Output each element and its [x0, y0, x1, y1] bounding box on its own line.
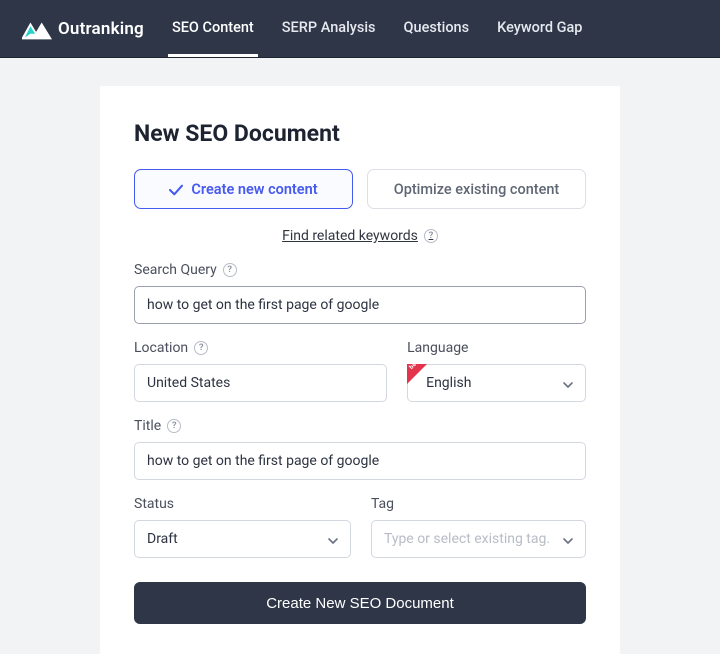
- logo-icon: [22, 16, 52, 42]
- nav-tab-label: Questions: [404, 19, 470, 36]
- title-field-group: Title ?: [134, 418, 586, 480]
- field-label-row: Search Query ?: [134, 262, 586, 278]
- language-select[interactable]: beta English: [407, 364, 586, 402]
- page-title: New SEO Document: [134, 120, 586, 147]
- status-select[interactable]: Draft: [134, 520, 351, 558]
- nav-tab-questions[interactable]: Questions: [400, 0, 474, 57]
- new-seo-doc-card: New SEO Document Create new content Opti…: [100, 86, 620, 654]
- check-icon: [169, 183, 183, 195]
- tag-field-group: Tag Type or select existing tag.: [371, 496, 586, 558]
- field-label-row: Title ?: [134, 418, 586, 434]
- link-text: Find related keywords: [282, 228, 418, 244]
- nav-tab-label: SERP Analysis: [282, 19, 376, 36]
- search-query-input[interactable]: [134, 286, 586, 324]
- field-label-row: Language: [407, 340, 586, 356]
- nav-tab-label: SEO Content: [172, 19, 254, 36]
- search-query-field-group: Search Query ?: [134, 262, 586, 324]
- location-field-group: Location ?: [134, 340, 387, 402]
- find-related-keywords-link[interactable]: Find related keywords ?: [282, 228, 438, 244]
- brand-name: Outranking: [58, 19, 144, 39]
- field-label-row: Status: [134, 496, 351, 512]
- select-value: English: [426, 375, 471, 391]
- field-label: Status: [134, 496, 174, 512]
- chevron-down-icon: [563, 534, 573, 544]
- location-input[interactable]: [134, 364, 387, 402]
- tag-select[interactable]: Type or select existing tag.: [371, 520, 586, 558]
- title-input[interactable]: [134, 442, 586, 480]
- help-icon[interactable]: ?: [223, 263, 237, 277]
- field-label: Title: [134, 418, 161, 434]
- field-label: Tag: [371, 496, 394, 512]
- nav-tab-seo-content[interactable]: SEO Content: [168, 0, 258, 57]
- help-icon[interactable]: ?: [167, 419, 181, 433]
- help-icon[interactable]: ?: [424, 229, 438, 243]
- optimize-existing-content-toggle[interactable]: Optimize existing content: [367, 169, 586, 209]
- location-language-row: Location ? Language beta English: [134, 340, 586, 402]
- page-body: New SEO Document Create new content Opti…: [0, 58, 720, 654]
- select-value: Draft: [147, 531, 178, 547]
- field-label: Language: [407, 340, 468, 356]
- field-label: Search Query: [134, 262, 217, 278]
- brand-logo[interactable]: Outranking: [22, 16, 144, 42]
- nav-tab-serp-analysis[interactable]: SERP Analysis: [278, 0, 380, 57]
- status-tag-row: Status Draft Tag Type or select existing…: [134, 496, 586, 558]
- nav-tabs: SEO Content SERP Analysis Questions Keyw…: [168, 0, 587, 57]
- nav-tab-keyword-gap[interactable]: Keyword Gap: [493, 0, 586, 57]
- button-label: Create New SEO Document: [266, 595, 454, 612]
- help-icon[interactable]: ?: [194, 341, 208, 355]
- language-field-group: Language beta English: [407, 340, 586, 402]
- related-keywords-row: Find related keywords ?: [134, 225, 586, 244]
- status-field-group: Status Draft: [134, 496, 351, 558]
- field-label: Location: [134, 340, 188, 356]
- create-seo-document-button[interactable]: Create New SEO Document: [134, 582, 586, 624]
- field-label-row: Tag: [371, 496, 586, 512]
- chevron-down-icon: [328, 534, 338, 544]
- select-placeholder: Type or select existing tag.: [384, 531, 550, 547]
- field-label-row: Location ?: [134, 340, 387, 356]
- chevron-down-icon: [563, 378, 573, 388]
- toggle-label: Optimize existing content: [394, 181, 560, 198]
- top-navbar: Outranking SEO Content SERP Analysis Que…: [0, 0, 720, 58]
- nav-tab-label: Keyword Gap: [497, 19, 582, 36]
- toggle-label: Create new content: [191, 181, 317, 198]
- content-mode-toggle: Create new content Optimize existing con…: [134, 169, 586, 209]
- create-new-content-toggle[interactable]: Create new content: [134, 169, 353, 209]
